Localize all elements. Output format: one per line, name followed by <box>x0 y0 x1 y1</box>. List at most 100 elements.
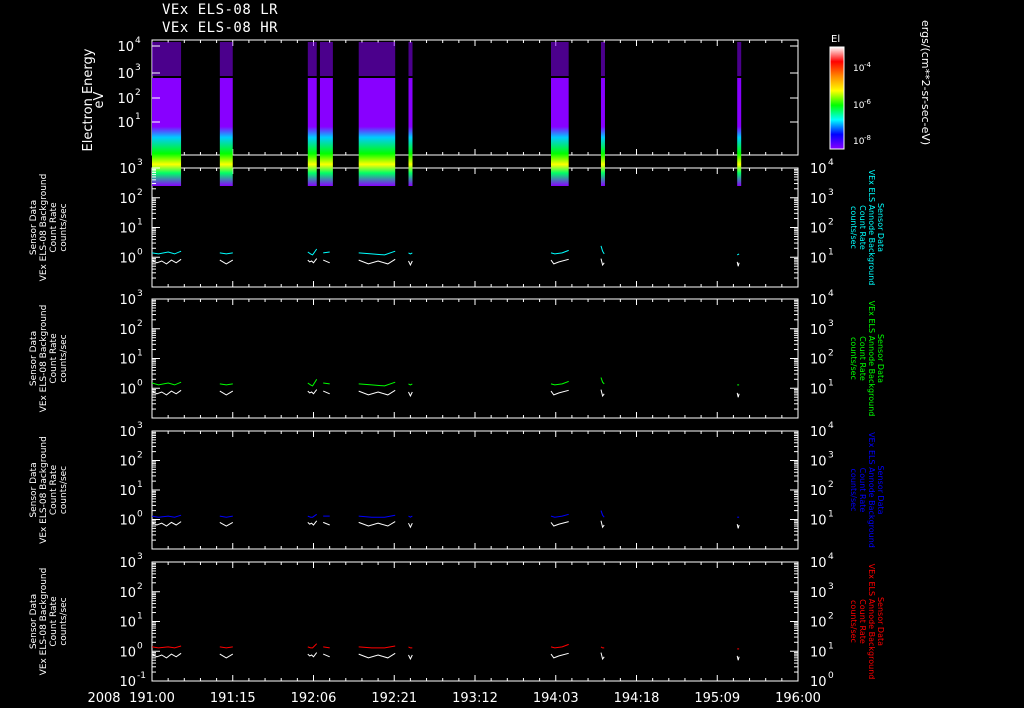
y-axis-label: Sensor Data <box>29 331 39 386</box>
x-tick-label: 196:00 <box>775 691 821 706</box>
series-line <box>600 510 605 518</box>
y-tick-label: 10 <box>119 586 136 601</box>
series-line-white <box>736 523 740 529</box>
series-line <box>550 380 569 386</box>
right-y-tick-label: 10 <box>810 192 827 207</box>
y-tick-label: 10 <box>117 92 134 107</box>
y-tick-label: 10 <box>119 293 136 308</box>
series-line <box>307 379 318 387</box>
right-y-tick-exponent: 2 <box>828 612 834 622</box>
series-line-white <box>151 652 182 659</box>
right-axis-label: counts/sec <box>849 206 858 249</box>
right-y-tick-exponent: 1 <box>828 641 834 651</box>
series-line <box>600 245 605 255</box>
colorbar-tick-label: 10 <box>853 101 865 111</box>
y-tick-exponent: 3 <box>137 552 143 562</box>
series-line-white <box>307 520 318 526</box>
series-line-white <box>219 259 234 265</box>
right-y-tick-exponent: 4 <box>828 421 834 431</box>
series-line-white <box>358 652 396 659</box>
right-axis-label: counts/sec <box>849 337 858 380</box>
right-y-tick-label: 10 <box>810 251 827 266</box>
y-axis-label: counts/sec <box>59 203 69 251</box>
series-line <box>323 382 330 385</box>
x-tick-label: 194:03 <box>533 691 579 706</box>
y-tick-exponent: 4 <box>135 36 141 46</box>
series-line <box>550 513 569 518</box>
right-y-tick-exponent: 3 <box>828 319 834 329</box>
spectrogram-speckle <box>600 42 605 76</box>
right-y-tick-exponent: 2 <box>828 218 834 228</box>
series-line-white <box>151 521 182 527</box>
right-y-tick-exponent: 2 <box>828 349 834 359</box>
y-tick-exponent: 1 <box>137 480 143 490</box>
panel-frame-0 <box>151 39 799 156</box>
y-tick-exponent: 0 <box>137 378 143 388</box>
series-line-white <box>550 389 569 396</box>
series-line-white <box>307 652 318 658</box>
y-tick-exponent: 1 <box>135 112 141 122</box>
right-y-tick-exponent: 0 <box>828 671 834 681</box>
panel-frame-2 <box>151 298 799 419</box>
series-line <box>550 249 569 255</box>
series-line-white <box>408 522 413 529</box>
y-tick-label: 10 <box>119 645 136 660</box>
right-axis-label: counts/sec <box>849 469 858 512</box>
y-tick-exponent: 1 <box>137 218 143 228</box>
y-tick-label: 10 <box>119 556 136 571</box>
series-line-white <box>550 652 569 659</box>
y-axis-label: counts/sec <box>59 597 69 645</box>
colorbar-units: ergs/(cm**2-sr-sec-eV) <box>919 20 932 145</box>
right-y-tick-label: 10 <box>810 293 827 308</box>
series-line <box>323 646 330 649</box>
series-line-white <box>151 389 182 396</box>
right-axis-label: VEx ELS Annode Background <box>867 432 876 548</box>
right-y-tick-label: 10 <box>810 162 827 177</box>
y-tick-label: 10 <box>117 40 134 55</box>
spectrogram-block <box>358 78 396 186</box>
y-tick-label: 10 <box>119 353 136 368</box>
y-axis-label: Count Rate <box>49 464 59 515</box>
series-line-white <box>219 521 234 527</box>
y-axis-label: Sensor Data <box>29 200 39 255</box>
colorbar-tick-exponent: -6 <box>864 98 872 106</box>
series-line <box>151 514 182 518</box>
spectrogram-speckle <box>408 42 413 76</box>
y-axis-label: Count Rate <box>49 333 59 384</box>
series-line-white <box>323 521 330 526</box>
series-line <box>408 383 413 386</box>
spectrogram-block <box>307 78 317 186</box>
y-axis-label: VEx ELS-08 Background <box>39 436 49 544</box>
right-y-tick-exponent: 2 <box>828 480 834 490</box>
right-y-tick-exponent: 1 <box>828 510 834 520</box>
series-line <box>736 253 740 256</box>
spectrogram-block <box>551 78 569 186</box>
right-y-tick-label: 10 <box>810 455 827 470</box>
series-line <box>408 515 413 518</box>
y-tick-exponent: 3 <box>137 158 143 168</box>
y-axis-label: Count Rate <box>49 596 59 647</box>
series-line <box>358 381 396 387</box>
spectrogram-block <box>319 78 333 186</box>
right-axis-label: counts/sec <box>849 600 858 643</box>
y-tick-label: 10 <box>119 616 136 631</box>
right-y-tick-exponent: 3 <box>828 582 834 592</box>
series-line-white <box>600 652 605 661</box>
series-line-white <box>408 654 413 661</box>
series-line-white <box>307 258 318 264</box>
panel-frame-4 <box>151 561 799 682</box>
right-axis-label: VEx ELS Annode Background <box>867 301 876 417</box>
y-tick-label: 10 <box>119 484 136 499</box>
x-axis-year-label: 2008 <box>87 691 120 706</box>
series-line-white <box>736 261 740 267</box>
y-tick-exponent: 3 <box>137 421 143 431</box>
y-tick-exponent: 3 <box>135 63 141 73</box>
right-axis-label: VEx ELS Annode Background <box>867 564 876 680</box>
spectrogram-speckle <box>319 42 333 76</box>
spectrogram-speckle <box>358 42 396 76</box>
y-axis-label-unit: eV <box>92 91 107 108</box>
right-axis-label: Count Rate <box>858 468 867 513</box>
y-axis-label: Sensor Data <box>29 594 39 649</box>
series-line <box>408 252 413 255</box>
right-axis-label: Sensor Data <box>876 334 885 383</box>
